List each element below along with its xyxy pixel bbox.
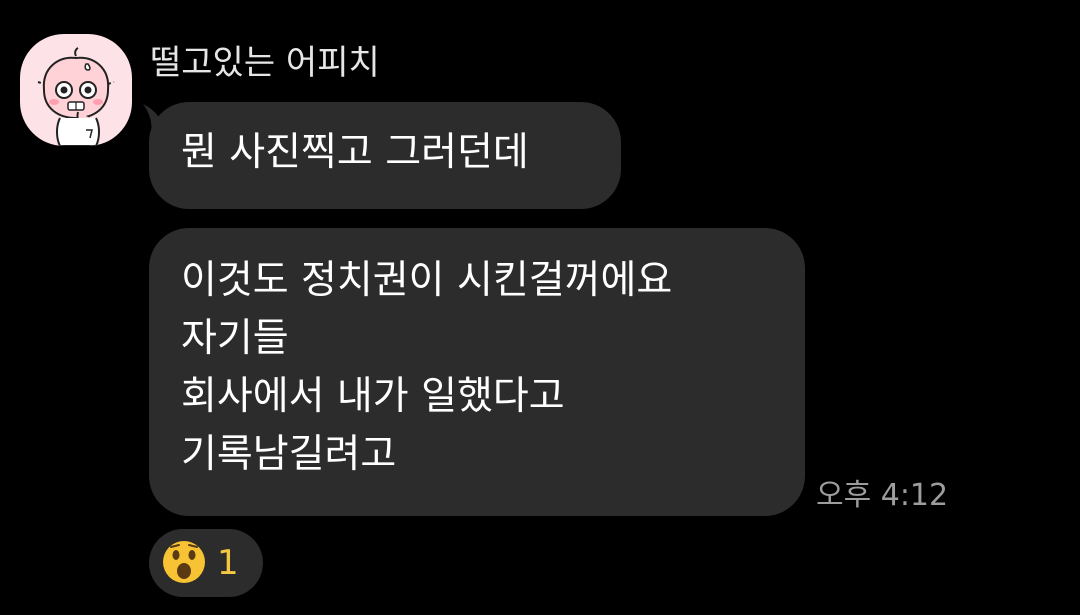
apeach-trembling-avatar-icon xyxy=(37,47,115,146)
message-text-line: 이것도 정치권이 시킨걸꺼에요 xyxy=(181,258,673,303)
message-bubble[interactable]: 이것도 정치권이 시킨걸꺼에요 자기들 회사에서 내가 일했다고 기록남길려고 xyxy=(149,228,805,516)
sender-avatar[interactable] xyxy=(20,34,132,146)
surprised-face-icon xyxy=(163,541,205,583)
message-text-line: 기록남길려고 xyxy=(181,432,397,477)
message-text-line: 자기들 xyxy=(181,316,289,361)
sender-name: 떨고있는 어피치 xyxy=(150,43,380,83)
message-text: 뭔 사진찍고 그러던데 xyxy=(181,130,529,175)
reaction-badge[interactable]: 1 xyxy=(149,529,263,597)
message-text-line: 회사에서 내가 일했다고 xyxy=(181,374,565,419)
reaction-count: 1 xyxy=(217,543,239,583)
message-timestamp: 오후 4:12 xyxy=(816,478,949,513)
message-bubble[interactable]: 뭔 사진찍고 그러던데 xyxy=(149,102,621,209)
